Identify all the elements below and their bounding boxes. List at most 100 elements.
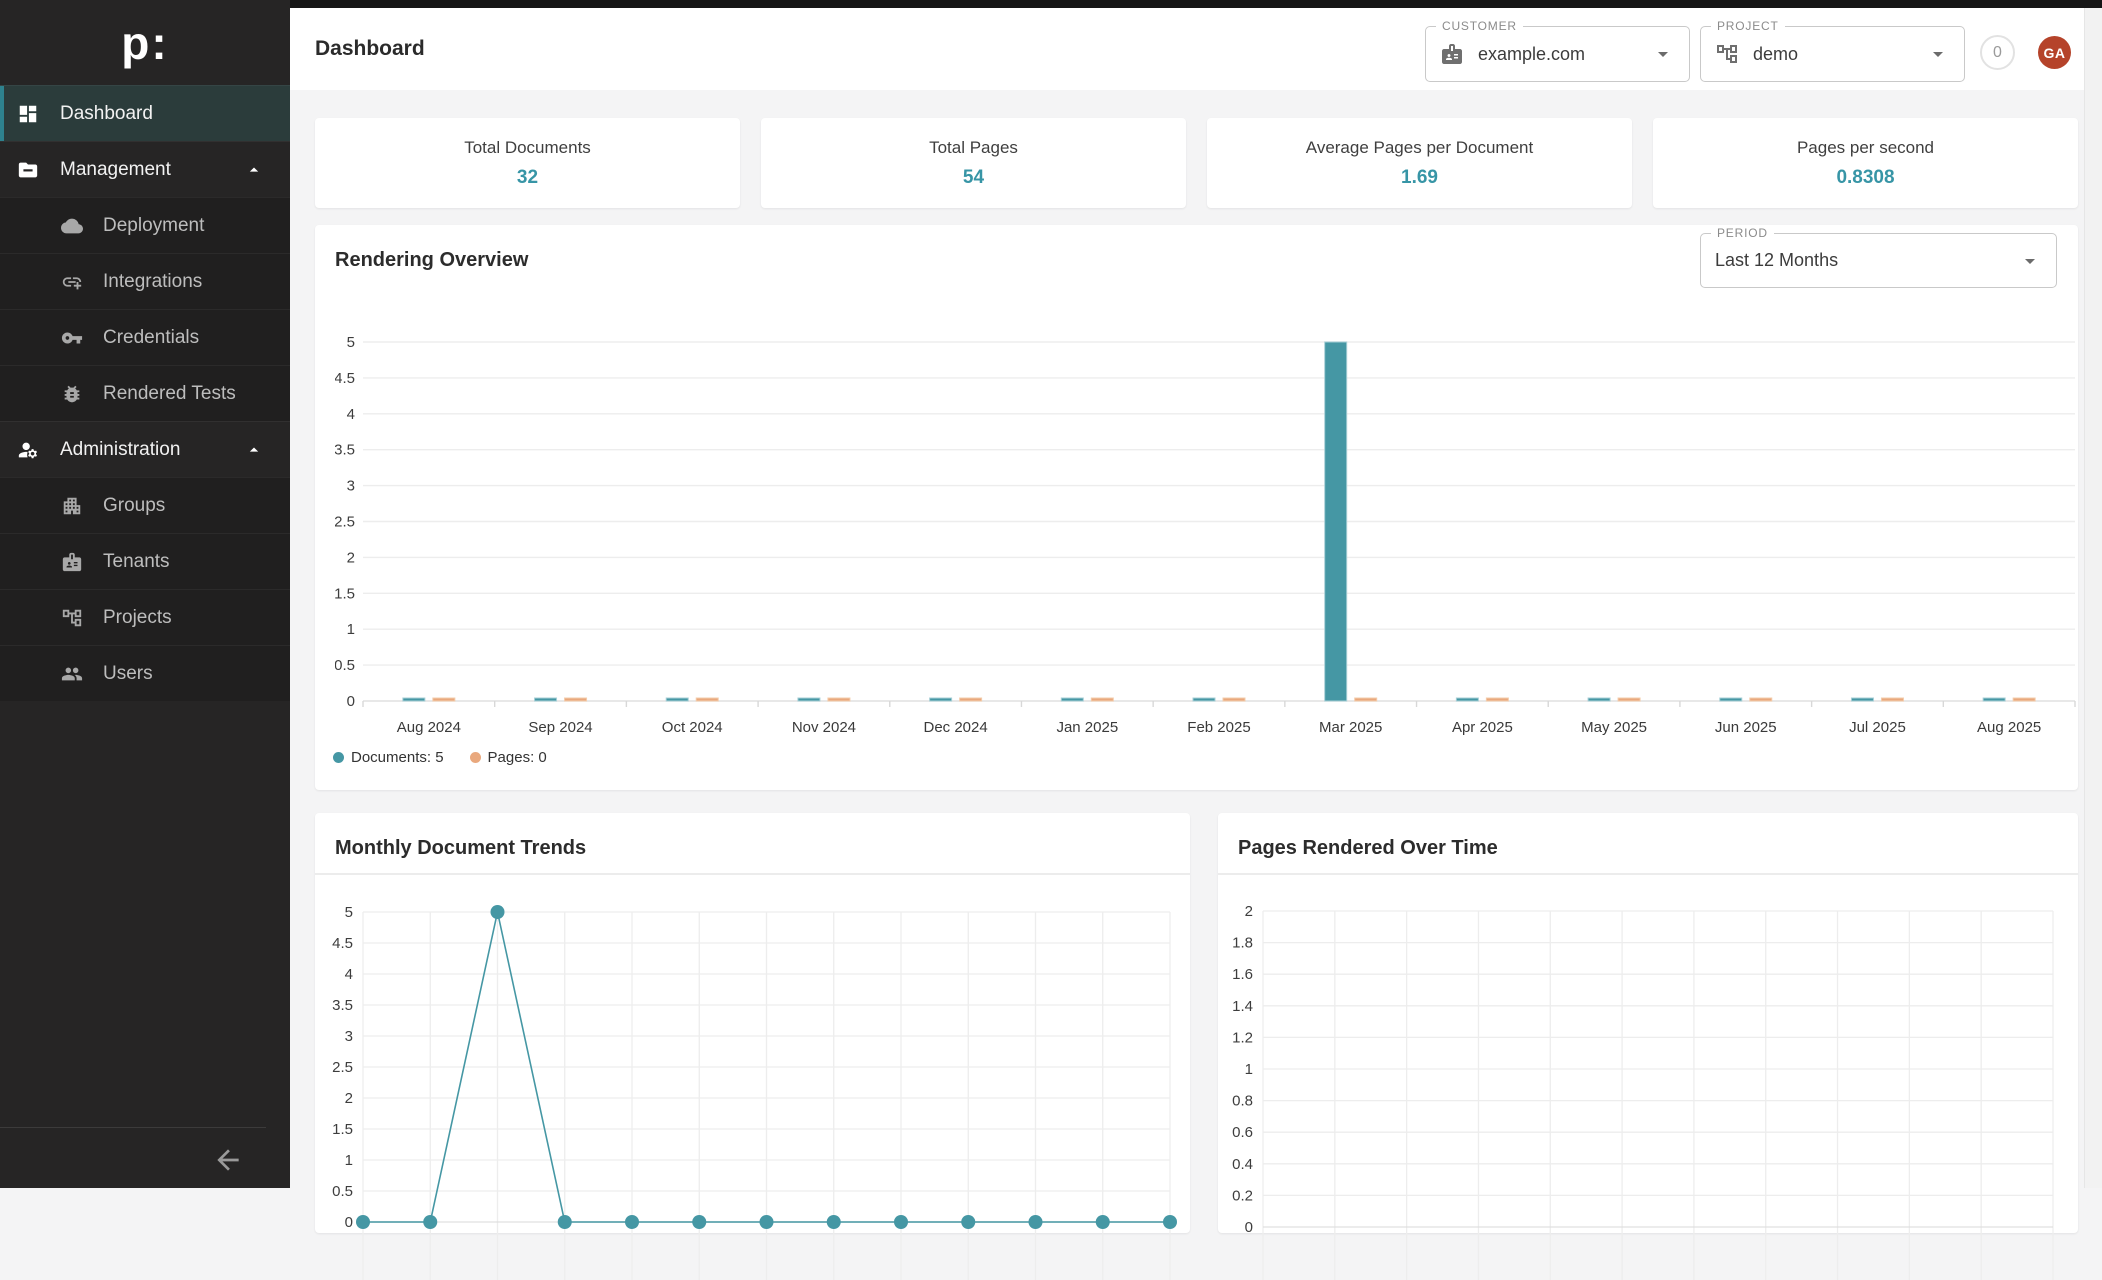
- sidebar-item-label: Integrations: [103, 271, 202, 293]
- account-tree-icon: [1715, 42, 1739, 66]
- sidebar-item-groups[interactable]: Groups: [0, 477, 290, 533]
- svg-text:1: 1: [345, 1152, 353, 1169]
- sidebar-item-label: Rendered Tests: [103, 383, 236, 405]
- account-tree-icon: [61, 607, 83, 629]
- stat-value: 32: [517, 167, 538, 189]
- svg-text:0.2: 0.2: [1232, 1187, 1253, 1204]
- svg-text:2: 2: [347, 549, 355, 566]
- badge-icon: [61, 551, 83, 573]
- arrow-back-icon: [212, 1144, 244, 1176]
- sidebar-item-deployment[interactable]: Deployment: [0, 197, 290, 253]
- stat-card-pages-per-second: Pages per second 0.8308: [1653, 118, 2078, 208]
- sidebar-item-label: Dashboard: [60, 103, 153, 125]
- pages-rendered-over-time-chart: 21.81.61.41.210.80.60.40.20: [1218, 880, 2078, 1280]
- sidebar-item-credentials[interactable]: Credentials: [0, 309, 290, 365]
- legend-item[interactable]: Documents: 5: [333, 749, 444, 766]
- legend-label: Pages: 0: [488, 749, 547, 766]
- svg-text:Feb 2025: Feb 2025: [1187, 719, 1250, 736]
- period-select[interactable]: PERIOD Last 12 Months: [1700, 233, 2057, 288]
- stat-label: Total Pages: [929, 138, 1018, 158]
- panel-title: Pages Rendered Over Time: [1238, 837, 1498, 860]
- sidebar: p: Dashboard Management Deployment Integrat…: [0, 0, 290, 1188]
- svg-text:1: 1: [1245, 1061, 1253, 1078]
- svg-text:2.5: 2.5: [335, 514, 355, 531]
- bug-icon: [61, 383, 83, 405]
- sidebar-nav: Dashboard Management Deployment Integration…: [0, 85, 290, 701]
- period-select-label: PERIOD: [1711, 226, 1774, 240]
- sidebar-item-label: Tenants: [103, 551, 170, 573]
- svg-text:Apr 2025: Apr 2025: [1452, 719, 1513, 736]
- panel-divider: [315, 873, 1190, 875]
- panel-title: Rendering Overview: [335, 249, 528, 272]
- svg-text:Dec 2024: Dec 2024: [924, 719, 988, 736]
- app-logo: p:: [0, 0, 290, 85]
- panel-title: Monthly Document Trends: [335, 837, 586, 860]
- sidebar-item-rendered-tests[interactable]: Rendered Tests: [0, 365, 290, 421]
- svg-text:1.5: 1.5: [332, 1121, 353, 1138]
- collapse-sidebar-button[interactable]: [212, 1144, 244, 1176]
- folder-icon: [17, 159, 39, 181]
- sidebar-item-management[interactable]: Management: [0, 141, 290, 197]
- avatar[interactable]: GA: [2038, 36, 2071, 69]
- dashboard-page: p: Dashboard Management Deployment Integrat…: [0, 0, 2102, 1188]
- stat-card-total-pages: Total Pages 54: [761, 118, 1186, 208]
- rendering-overview-panel: Rendering Overview PERIOD Last 12 Months…: [315, 225, 2078, 790]
- monthly-document-trends-chart: 54.543.532.521.510.50: [315, 880, 1190, 1280]
- svg-text:3.5: 3.5: [335, 442, 355, 459]
- svg-text:1: 1: [347, 621, 355, 638]
- project-select[interactable]: PROJECT demo: [1700, 26, 1965, 82]
- chart-legend: Documents: 5 Pages: 0: [333, 749, 547, 766]
- people-icon: [61, 663, 83, 685]
- stat-card-total-documents: Total Documents 32: [315, 118, 740, 208]
- badge-icon: [1440, 42, 1464, 66]
- svg-text:0: 0: [347, 693, 355, 710]
- sidebar-item-label: Users: [103, 663, 153, 685]
- sidebar-item-label: Management: [60, 159, 171, 181]
- key-icon: [61, 327, 83, 349]
- stat-value: 54: [963, 167, 984, 189]
- rendering-overview-chart: 54.543.532.521.510.50Aug 2024Sep 2024Oct…: [335, 325, 2078, 745]
- svg-text:Jan 2025: Jan 2025: [1056, 719, 1118, 736]
- svg-text:0.4: 0.4: [1232, 1156, 1253, 1173]
- sidebar-item-administration[interactable]: Administration: [0, 421, 290, 477]
- legend-item[interactable]: Pages: 0: [470, 749, 547, 766]
- svg-text:0.8: 0.8: [1232, 1093, 1253, 1110]
- apartment-icon: [61, 495, 83, 517]
- sidebar-item-label: Administration: [60, 439, 180, 461]
- svg-text:Mar 2025: Mar 2025: [1319, 719, 1382, 736]
- svg-text:5: 5: [345, 904, 353, 921]
- sidebar-item-tenants[interactable]: Tenants: [0, 533, 290, 589]
- chevron-down-icon: [2018, 249, 2042, 273]
- add-link-icon: [61, 271, 83, 293]
- sidebar-item-projects[interactable]: Projects: [0, 589, 290, 645]
- svg-text:1.2: 1.2: [1232, 1029, 1253, 1046]
- svg-text:4.5: 4.5: [332, 935, 353, 952]
- sidebar-item-integrations[interactable]: Integrations: [0, 253, 290, 309]
- project-select-label: PROJECT: [1711, 19, 1785, 33]
- stat-value: 0.8308: [1836, 167, 1894, 189]
- svg-text:4.5: 4.5: [335, 370, 355, 387]
- sidebar-item-dashboard[interactable]: Dashboard: [0, 85, 290, 141]
- svg-text:0.5: 0.5: [335, 657, 355, 674]
- svg-text:3: 3: [347, 478, 355, 495]
- svg-text:Jun 2025: Jun 2025: [1715, 719, 1777, 736]
- stat-card-average-pages: Average Pages per Document 1.69: [1207, 118, 1632, 208]
- svg-text:0.6: 0.6: [1232, 1124, 1253, 1141]
- svg-text:May 2025: May 2025: [1581, 719, 1647, 736]
- svg-text:4: 4: [347, 406, 355, 423]
- window-top-strip: [290, 0, 2102, 8]
- cloud-icon: [61, 215, 83, 237]
- customer-select[interactable]: CUSTOMER example.com: [1425, 26, 1690, 82]
- sidebar-item-users[interactable]: Users: [0, 645, 290, 701]
- panel-divider: [1218, 873, 2078, 875]
- sidebar-item-label: Credentials: [103, 327, 199, 349]
- sidebar-item-label: Deployment: [103, 215, 204, 237]
- notification-count-badge[interactable]: 0: [1980, 35, 2015, 70]
- scrollbar-track[interactable]: [2084, 8, 2102, 1188]
- svg-text:Jul 2025: Jul 2025: [1849, 719, 1906, 736]
- header: Dashboard CUSTOMER example.com PROJECT d…: [290, 8, 2084, 90]
- sidebar-item-label: Groups: [103, 495, 165, 517]
- stat-label: Pages per second: [1797, 138, 1934, 158]
- svg-text:Nov 2024: Nov 2024: [792, 719, 856, 736]
- svg-text:Aug 2025: Aug 2025: [1977, 719, 2041, 736]
